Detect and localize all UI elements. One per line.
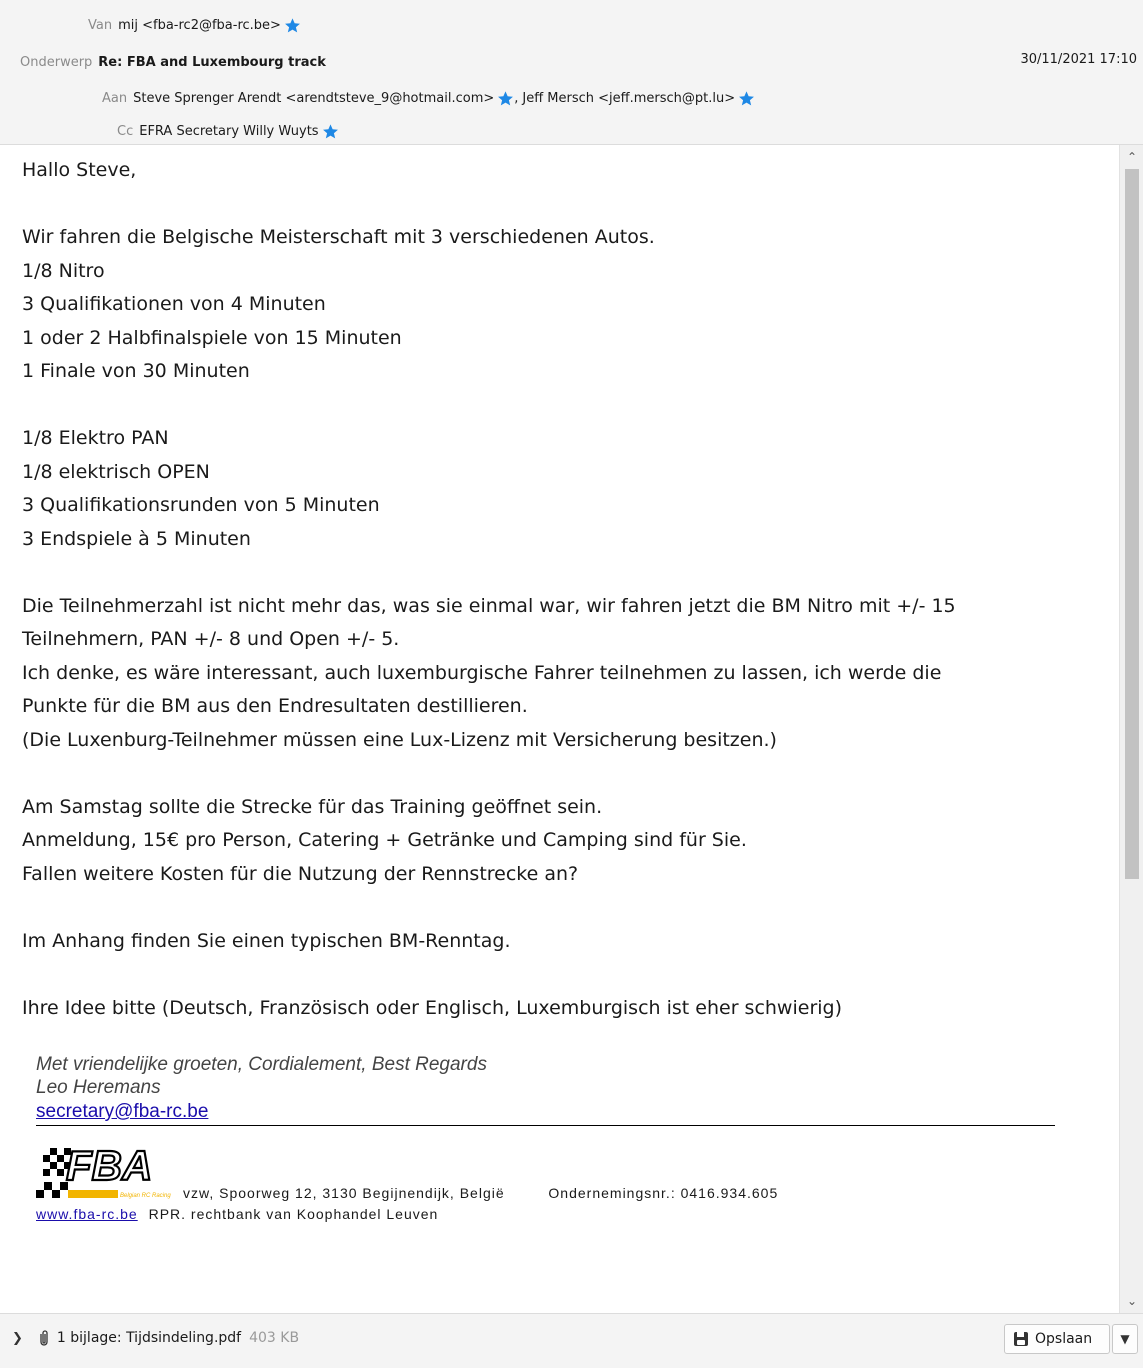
star-icon[interactable] — [322, 123, 339, 140]
signature-email-link[interactable]: secretary@fba-rc.be — [36, 1101, 208, 1123]
signature-regards: Met vriendelijke groeten, Cordialement, … — [36, 1054, 487, 1075]
website-link[interactable]: www.fba-rc.be — [36, 1206, 138, 1222]
body-line: Teilnehmern, PAN +/- 8 und Open +/- 5. — [22, 628, 400, 650]
save-button[interactable]: Opslaan — [1004, 1324, 1110, 1354]
body-line: 1 oder 2 Halbfinalspiele von 15 Minuten — [22, 326, 402, 349]
to-row: Aan Steve Sprenger Arendt <arendtsteve_9… — [102, 85, 755, 111]
save-label: Opslaan — [1035, 1331, 1093, 1347]
body-line: Ihre Idee bitte (Deutsch, Französisch od… — [22, 996, 843, 1019]
message-body: Hallo Steve, Wir fahren die Belgische Me… — [0, 145, 1118, 1313]
to-recipient-1[interactable]: Steve Sprenger Arendt <arendtsteve_9@hot… — [133, 91, 494, 106]
body-line: Ich denke, es wäre interessant, auch lux… — [22, 661, 942, 684]
greeting: Hallo Steve, — [22, 159, 137, 181]
signature: Met vriendelijke groeten, Cordialement, … — [36, 1053, 487, 1099]
recipient-separator: , — [514, 90, 519, 106]
body-line: 3 Qualifikationen von 4 Minuten — [22, 293, 326, 315]
from-label: Van — [88, 17, 113, 33]
to-recipient-2[interactable]: Jeff Mersch <jeff.mersch@pt.lu> — [522, 91, 735, 106]
to-label: Aan — [102, 90, 128, 106]
scroll-up-icon[interactable]: ⌃ — [1120, 147, 1143, 167]
save-icon — [1014, 1332, 1028, 1346]
attachment-bar: ❯ 1 bijlage: Tijdsindeling.pdf 403 KB Op… — [0, 1313, 1143, 1368]
cc-row: Cc EFRA Secretary Willy Wuyts — [117, 118, 339, 144]
scroll-thumb[interactable] — [1125, 169, 1139, 879]
body-line: Am Samstag sollte die Strecke für das Tr… — [22, 795, 603, 818]
attachment-size: 403 KB — [249, 1330, 300, 1346]
signature-name: Leo Heremans — [36, 1077, 161, 1098]
body-line: (Die Luxenburg-Teilnehmer müssen eine Lu… — [22, 728, 777, 751]
star-icon[interactable] — [284, 17, 301, 34]
attachment-label[interactable]: 1 bijlage: Tijdsindeling.pdf — [57, 1330, 241, 1346]
body-line: 3 Endspiele à 5 Minuten — [22, 527, 251, 550]
star-icon[interactable] — [738, 90, 755, 107]
attachment-toggle[interactable]: ❯ 1 bijlage: Tijdsindeling.pdf 403 KB — [12, 1329, 299, 1347]
chevron-down-icon[interactable]: ▼ — [1112, 1324, 1138, 1354]
company-address: vzw, Spoorweg 12, 3130 Begijnendijk, Bel… — [183, 1185, 505, 1201]
company-number: Ondernemingsnr.: 0416.934.605 — [548, 1185, 779, 1201]
from-row: Van mij <fba-rc2@fba-rc.be> — [88, 12, 301, 38]
vertical-scrollbar[interactable]: ⌃ ⌄ — [1119, 145, 1143, 1313]
body-line: 1 Finale von 30 Minuten — [22, 360, 250, 382]
logo-tagline: Belgian RC Racing — [120, 1193, 171, 1199]
body-line: Punkte für die BM aus den Endresultaten … — [22, 695, 528, 717]
body-line: 3 Qualifikationsrunden von 5 Minuten — [22, 494, 380, 516]
fba-logo: Belgian RC Racing FBA — [36, 1141, 171, 1199]
body-line: 1/8 elektrisch OPEN — [22, 460, 210, 483]
message-text: Hallo Steve, Wir fahren die Belgische Me… — [22, 154, 1107, 1025]
subject-label: Onderwerp — [20, 54, 93, 70]
message-header: Van mij <fba-rc2@fba-rc.be> Onderwerp Re… — [0, 0, 1143, 145]
subject-value: Re: FBA and Luxembourg track — [98, 54, 326, 70]
message-date: 30/11/2021 17:10 — [1020, 52, 1137, 67]
chevron-right-icon[interactable]: ❯ — [12, 1331, 23, 1346]
company-rpr: RPR. rechtbank van Koophandel Leuven — [148, 1206, 439, 1222]
signature-divider — [36, 1125, 1055, 1126]
body-line: Fallen weitere Kosten für die Nutzung de… — [22, 862, 579, 885]
logo-text: FBA — [66, 1142, 152, 1189]
body-line: Die Teilnehmerzahl ist nicht mehr das, w… — [22, 594, 956, 617]
cc-label: Cc — [117, 123, 134, 139]
scroll-down-icon[interactable]: ⌄ — [1120, 1291, 1143, 1311]
subject-row: Onderwerp Re: FBA and Luxembourg track — [20, 49, 326, 75]
from-value[interactable]: mij <fba-rc2@fba-rc.be> — [118, 18, 281, 33]
paperclip-icon — [40, 1330, 48, 1346]
cc-value[interactable]: EFRA Secretary Willy Wuyts — [139, 124, 318, 139]
company-address-line: vzw, Spoorweg 12, 3130 Begijnendijk, Bel… — [183, 1185, 778, 1201]
body-line: Anmeldung, 15€ pro Person, Catering + Ge… — [22, 829, 747, 851]
star-icon[interactable] — [497, 90, 514, 107]
body-line: 1/8 Nitro — [22, 259, 105, 282]
company-website-line: www.fba-rc.be RPR. rechtbank van Koophan… — [36, 1206, 438, 1222]
body-line: 1/8 Elektro PAN — [22, 427, 169, 449]
body-line: Im Anhang finden Sie einen typischen BM-… — [22, 929, 511, 952]
body-line: Wir fahren die Belgische Meisterschaft m… — [22, 226, 655, 248]
